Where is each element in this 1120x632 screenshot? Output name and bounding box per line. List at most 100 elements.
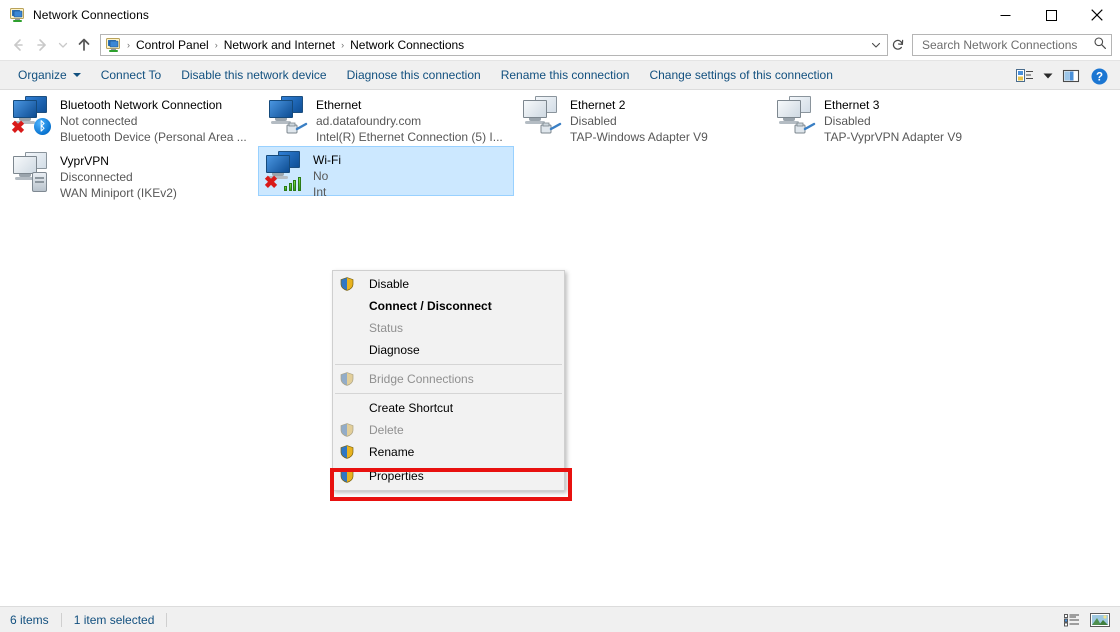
context-menu-item-label: Diagnose (369, 343, 420, 357)
shield-icon (339, 422, 355, 438)
recent-locations-button[interactable] (54, 33, 72, 57)
connection-device: TAP-Windows Adapter V9 (570, 130, 708, 144)
preview-pane-icon[interactable] (1058, 64, 1084, 88)
context-menu-item-label: Connect / Disconnect (369, 299, 492, 313)
details-view-button[interactable] (1060, 610, 1084, 630)
refresh-icon[interactable] (888, 35, 908, 55)
connections-list: ✖ ᛒ Bluetooth Network Connection Not con… (0, 90, 1120, 606)
disable-network-device-button[interactable]: Disable this network device (171, 63, 336, 87)
list-item-ethernet-2[interactable]: Ethernet 2 Disabled TAP-Windows Adapter … (516, 92, 768, 144)
breadcrumb-item-control-panel[interactable]: Control Panel (132, 36, 213, 54)
ethernet-cable-icon (540, 120, 562, 136)
list-item-text: Ethernet 2 Disabled TAP-Windows Adapter … (570, 94, 708, 145)
change-view-caret-icon[interactable] (1040, 64, 1056, 88)
network-connections-window: Network Connections › Control Panel › Ne… (0, 0, 1120, 632)
context-menu-item-properties[interactable]: Properties (333, 463, 564, 488)
context-menu-item-delete: Delete (333, 419, 564, 441)
close-button[interactable] (1074, 0, 1120, 30)
connection-status: No (313, 169, 329, 183)
context-menu: Disable Connect / Disconnect Status Diag… (332, 270, 565, 491)
connection-device: Intel(R) Ethernet Connection (5) I... (316, 130, 503, 144)
breadcrumb-item-network-connections[interactable]: Network Connections (346, 36, 468, 54)
rename-connection-label: Rename this connection (500, 68, 630, 82)
status-divider (60, 612, 62, 627)
breadcrumb-separator-0: › (127, 40, 130, 50)
maximize-button[interactable] (1028, 0, 1074, 30)
connection-name: Ethernet 3 (824, 98, 880, 112)
list-item-ethernet-3[interactable]: Ethernet 3 Disabled TAP-VyprVPN Adapter … (770, 92, 1022, 144)
list-item-bluetooth-network-connection[interactable]: ✖ ᛒ Bluetooth Network Connection Not con… (6, 92, 258, 144)
large-icons-view-button[interactable] (1088, 610, 1112, 630)
address-bar[interactable]: › Control Panel › Network and Internet ›… (100, 34, 888, 56)
breadcrumb-item-network-and-internet[interactable]: Network and Internet (220, 36, 339, 54)
list-item-wi-fi[interactable]: ✖ Wi-Fi No Int (258, 146, 514, 199)
context-menu-item-label: Disable (369, 277, 410, 291)
connection-device: Bluetooth Device (Personal Area ... (60, 130, 247, 144)
list-item-ethernet[interactable]: Ethernet ad.datafoundry.com Intel(R) Eth… (262, 92, 514, 144)
connect-to-button[interactable]: Connect To (91, 63, 172, 87)
list-item-text: Bluetooth Network Connection Not connect… (60, 94, 247, 145)
ethernet-cable-icon (794, 120, 816, 136)
status-divider (166, 612, 168, 627)
rename-connection-button[interactable]: Rename this connection (491, 63, 640, 87)
address-row: › Control Panel › Network and Internet ›… (0, 30, 1120, 60)
context-menu-item-label: Rename (369, 445, 415, 459)
context-menu-item-status: Status (333, 317, 564, 339)
search-input[interactable] (920, 37, 1093, 53)
connection-device: TAP-VyprVPN Adapter V9 (824, 130, 963, 144)
list-item-vyprvpn[interactable]: VyprVPN Disconnected WAN Miniport (IKEv2… (6, 148, 258, 200)
organize-button[interactable]: Organize (8, 63, 91, 87)
view-buttons (1060, 607, 1112, 632)
shield-icon (339, 468, 355, 484)
disconnected-x-icon: ✖ (263, 173, 279, 192)
list-item-text: Wi-Fi No Int (313, 149, 341, 200)
network-adapter-icon (8, 150, 56, 194)
context-menu-separator (335, 393, 562, 394)
menu-icon-placeholder (339, 400, 355, 416)
status-bar: 6 items 1 item selected (0, 606, 1120, 632)
change-settings-label: Change settings of this connection (649, 68, 833, 82)
list-item-text: Ethernet ad.datafoundry.com Intel(R) Eth… (316, 94, 503, 145)
command-bar: Organize Connect To Disable this network… (0, 60, 1120, 90)
connection-status: Disconnected (60, 170, 133, 184)
context-menu-item-label: Delete (369, 423, 404, 437)
connection-name: VyprVPN (60, 154, 109, 168)
context-menu-item-label: Status (369, 321, 404, 335)
context-menu-item-connect-disconnect[interactable]: Connect / Disconnect (333, 295, 564, 317)
context-menu-separator (335, 364, 562, 365)
ethernet-cable-icon (286, 120, 308, 136)
command-bar-right: ? (1012, 61, 1112, 91)
shield-icon (339, 276, 355, 292)
chevron-down-icon[interactable] (867, 35, 885, 55)
change-view-icon[interactable] (1012, 64, 1038, 88)
network-adapter-icon (518, 94, 566, 138)
context-menu-item-rename[interactable]: Rename (333, 441, 564, 463)
breadcrumb: › Control Panel › Network and Internet ›… (125, 36, 867, 54)
help-icon[interactable]: ? (1086, 64, 1112, 88)
connection-status: ad.datafoundry.com (316, 114, 422, 128)
address-bar-icon (105, 37, 121, 53)
disconnected-x-icon: ✖ (10, 118, 26, 137)
change-settings-button[interactable]: Change settings of this connection (639, 63, 842, 87)
connect-to-label: Connect To (100, 68, 162, 82)
context-menu-item-create-shortcut[interactable]: Create Shortcut (333, 397, 564, 419)
list-item-text: Ethernet 3 Disabled TAP-VyprVPN Adapter … (824, 94, 962, 145)
window-title: Network Connections (33, 8, 149, 22)
search-box[interactable] (912, 34, 1112, 56)
context-menu-item-diagnose[interactable]: Diagnose (333, 339, 564, 361)
back-button[interactable] (6, 33, 30, 57)
search-icon[interactable] (1093, 36, 1107, 55)
connection-device: WAN Miniport (IKEv2) (60, 186, 177, 200)
context-menu-item-label: Create Shortcut (369, 401, 454, 415)
network-connections-icon (9, 7, 25, 23)
context-menu-item-disable[interactable]: Disable (333, 273, 564, 295)
minimize-button[interactable] (982, 0, 1028, 30)
forward-button[interactable] (30, 33, 54, 57)
wan-miniport-icon (32, 172, 47, 192)
window-controls (982, 0, 1120, 30)
network-adapter-icon (264, 94, 312, 138)
up-button[interactable] (72, 33, 96, 57)
diagnose-connection-button[interactable]: Diagnose this connection (337, 63, 491, 87)
menu-icon-placeholder (339, 342, 355, 358)
menu-icon-placeholder (339, 298, 355, 314)
